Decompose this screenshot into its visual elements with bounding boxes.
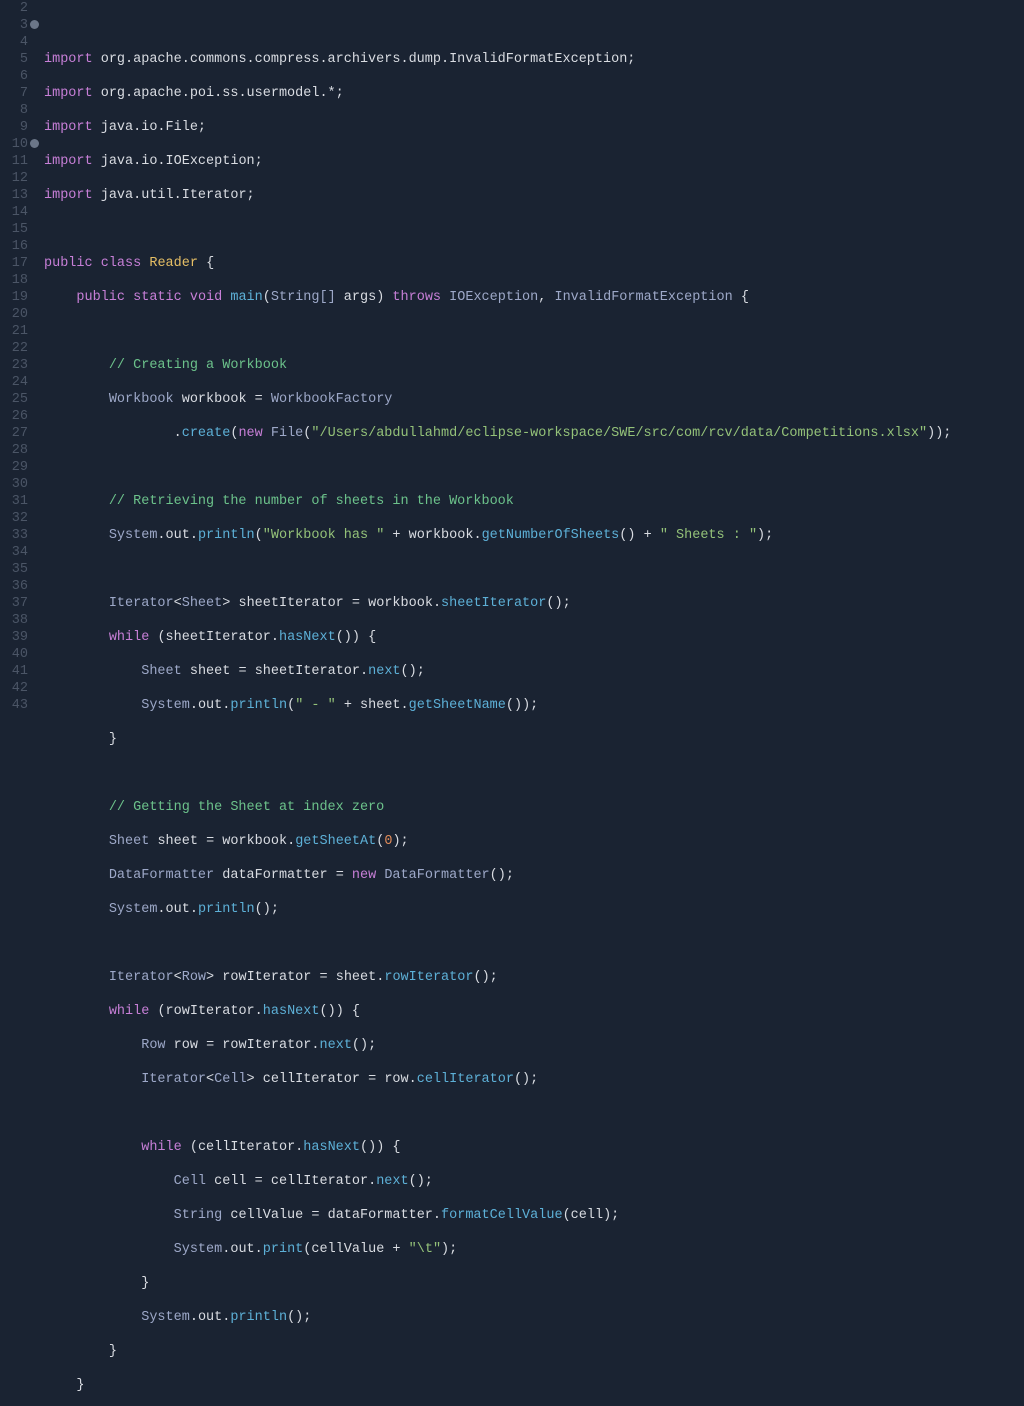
code-line: System.out.println(" - " + sheet.getShee… <box>44 697 1024 714</box>
code-line: import java.io.IOException; <box>44 153 1024 170</box>
line-number: 17 <box>0 255 30 272</box>
code-line <box>44 221 1024 238</box>
line-number: 32 <box>0 510 30 527</box>
line-number: 16 <box>0 238 30 255</box>
code-area[interactable]: import org.apache.commons.compress.archi… <box>32 0 1024 703</box>
code-line: public static void main(String[] args) t… <box>44 289 1024 306</box>
code-line: Sheet sheet = workbook.getSheetAt(0); <box>44 833 1024 850</box>
line-number: 30 <box>0 476 30 493</box>
code-line <box>44 459 1024 476</box>
line-number: 6 <box>0 68 30 85</box>
line-number: 33 <box>0 527 30 544</box>
code-line <box>44 17 1024 34</box>
line-number: 25 <box>0 391 30 408</box>
line-number: 40 <box>0 646 30 663</box>
line-number: 29 <box>0 459 30 476</box>
line-number: 18 <box>0 272 30 289</box>
line-number: 21 <box>0 323 30 340</box>
code-line <box>44 561 1024 578</box>
line-number: 3 <box>0 17 30 34</box>
line-number: 9 <box>0 119 30 136</box>
line-number: 36 <box>0 578 30 595</box>
line-number: 8 <box>0 102 30 119</box>
line-number: 41 <box>0 663 30 680</box>
code-line: System.out.println(); <box>44 1309 1024 1326</box>
line-number: 31 <box>0 493 30 510</box>
line-number: 27 <box>0 425 30 442</box>
line-number: 4 <box>0 34 30 51</box>
line-number-gutter: 2 3 4 5 6 7 8 9 10 11 12 13 14 15 16 17 … <box>0 0 32 703</box>
code-line: // Retrieving the number of sheets in th… <box>44 493 1024 510</box>
line-number: 14 <box>0 204 30 221</box>
code-line: // Getting the Sheet at index zero <box>44 799 1024 816</box>
line-number: 24 <box>0 374 30 391</box>
line-number: 28 <box>0 442 30 459</box>
code-line: System.out.println(); <box>44 901 1024 918</box>
code-line: while (cellIterator.hasNext()) { <box>44 1139 1024 1156</box>
line-number: 38 <box>0 612 30 629</box>
line-number: 15 <box>0 221 30 238</box>
code-line: System.out.print(cellValue + "\t"); <box>44 1241 1024 1258</box>
code-line: Sheet sheet = sheetIterator.next(); <box>44 663 1024 680</box>
code-line: Iterator<Cell> cellIterator = row.cellIt… <box>44 1071 1024 1088</box>
code-line: .create(new File("/Users/abdullahmd/ecli… <box>44 425 1024 442</box>
code-line: import java.io.File; <box>44 119 1024 136</box>
line-number: 37 <box>0 595 30 612</box>
line-number: 11 <box>0 153 30 170</box>
code-line: Cell cell = cellIterator.next(); <box>44 1173 1024 1190</box>
line-number: 10 <box>0 136 30 153</box>
line-number: 23 <box>0 357 30 374</box>
code-line: while (rowIterator.hasNext()) { <box>44 1003 1024 1020</box>
code-line: } <box>44 1275 1024 1292</box>
code-line <box>44 935 1024 952</box>
line-number: 19 <box>0 289 30 306</box>
code-line: // Creating a Workbook <box>44 357 1024 374</box>
code-line: import java.util.Iterator; <box>44 187 1024 204</box>
code-line: } <box>44 1377 1024 1394</box>
code-line: DataFormatter dataFormatter = new DataFo… <box>44 867 1024 884</box>
line-number: 20 <box>0 306 30 323</box>
line-number: 13 <box>0 187 30 204</box>
line-number: 7 <box>0 85 30 102</box>
line-number: 2 <box>0 0 30 17</box>
code-line: Iterator<Row> rowIterator = sheet.rowIte… <box>44 969 1024 986</box>
code-line: Row row = rowIterator.next(); <box>44 1037 1024 1054</box>
code-line: } <box>44 1343 1024 1360</box>
line-number: 12 <box>0 170 30 187</box>
code-line <box>44 1105 1024 1122</box>
code-editor[interactable]: 2 3 4 5 6 7 8 9 10 11 12 13 14 15 16 17 … <box>0 0 1024 703</box>
line-number: 22 <box>0 340 30 357</box>
line-number: 26 <box>0 408 30 425</box>
code-line: System.out.println("Workbook has " + wor… <box>44 527 1024 544</box>
line-number: 5 <box>0 51 30 68</box>
code-line: import org.apache.poi.ss.usermodel.*; <box>44 85 1024 102</box>
code-line: import org.apache.commons.compress.archi… <box>44 51 1024 68</box>
line-number: 42 <box>0 680 30 697</box>
code-line: Iterator<Sheet> sheetIterator = workbook… <box>44 595 1024 612</box>
line-number: 39 <box>0 629 30 646</box>
line-number: 43 <box>0 697 30 714</box>
code-line <box>44 765 1024 782</box>
code-line: public class Reader { <box>44 255 1024 272</box>
line-number: 35 <box>0 561 30 578</box>
code-line: while (sheetIterator.hasNext()) { <box>44 629 1024 646</box>
line-number: 34 <box>0 544 30 561</box>
code-line: } <box>44 731 1024 748</box>
code-line: Workbook workbook = WorkbookFactory <box>44 391 1024 408</box>
code-line <box>44 323 1024 340</box>
code-line: String cellValue = dataFormatter.formatC… <box>44 1207 1024 1224</box>
